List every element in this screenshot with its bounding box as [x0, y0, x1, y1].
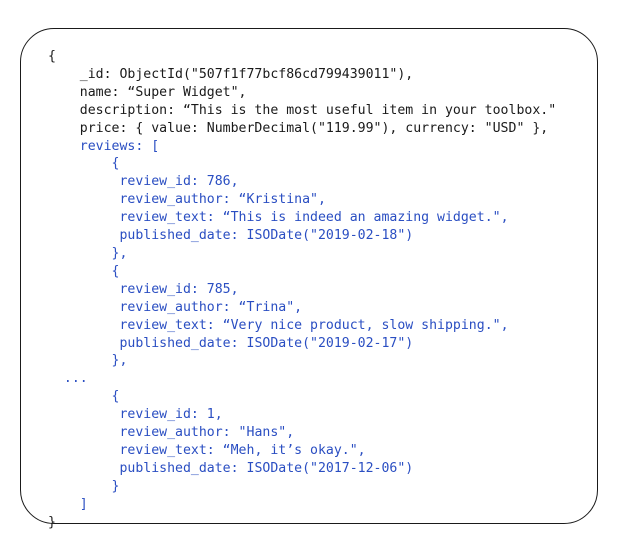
code-line-text: published_date: ISODate("2017-12-06") [119, 460, 414, 476]
code-line-text: review_author: “Kristina", [119, 192, 326, 208]
code-line-indent [48, 318, 119, 333]
code-line-text: } [48, 514, 56, 530]
code-line-indent [48, 156, 112, 171]
code-line-indent [48, 174, 119, 189]
code-line-text: ] [79, 496, 88, 512]
code-line-11: published_date: ISODate("2019-02-18") [48, 227, 556, 245]
code-line-indent [48, 264, 112, 279]
code-line-indent [48, 497, 80, 512]
code-line-indent [48, 139, 80, 154]
code-line-indent [48, 425, 119, 440]
code-line-text: review_text: “Very nice product, slow sh… [119, 317, 509, 333]
code-line-text: { [111, 156, 120, 172]
code-line-text: review_id: 785, [119, 281, 239, 297]
code-line-indent [48, 67, 80, 82]
code-line-24: published_date: ISODate("2017-12-06") [48, 460, 556, 478]
code-line-indent [48, 461, 119, 476]
code-line-indent [48, 103, 80, 118]
code-line-indent [48, 336, 119, 351]
code-line-19: ... [48, 370, 556, 388]
code-line-text: name: “Super Widget", [79, 84, 247, 100]
code-line-indent [48, 192, 119, 207]
code-line-indent [48, 246, 112, 261]
code-line-3: name: “Super Widget", [48, 84, 556, 102]
code-line-10: review_text: “This is indeed an amazing … [48, 209, 556, 227]
code-line-indent [48, 282, 119, 297]
code-line-text: ... [63, 371, 88, 387]
json-document-code: { _id: ObjectId("507f1f77bcf86cd79943901… [48, 48, 556, 531]
code-line-15: review_author: “Trina", [48, 299, 556, 317]
code-line-text: }, [111, 245, 128, 261]
code-line-indent [48, 300, 119, 315]
code-line-text: _id: ObjectId("507f1f77bcf86cd799439011"… [79, 66, 414, 82]
code-line-text: review_id: 1, [119, 407, 223, 423]
code-line-text: published_date: ISODate("2019-02-18") [119, 228, 414, 244]
code-line-indent [48, 85, 80, 100]
code-line-23: review_text: “Meh, it’s okay.", [48, 442, 556, 460]
code-line-18: }, [48, 352, 556, 370]
code-line-17: published_date: ISODate("2019-02-17") [48, 335, 556, 353]
code-line-9: review_author: “Kristina", [48, 191, 556, 209]
code-line-2: _id: ObjectId("507f1f77bcf86cd799439011"… [48, 66, 556, 84]
code-line-16: review_text: “Very nice product, slow sh… [48, 317, 556, 335]
code-line-text: review_text: “Meh, it’s okay.", [119, 442, 366, 458]
code-line-8: review_id: 786, [48, 173, 556, 191]
code-line-indent [48, 353, 112, 368]
code-line-indent [48, 407, 119, 422]
code-line-indent [48, 228, 119, 243]
code-line-indent [48, 371, 64, 386]
code-line-text: { [111, 389, 120, 405]
code-line-indent [48, 121, 80, 136]
code-line-text: price: { value: NumberDecimal("119.99"),… [79, 120, 549, 136]
code-line-6: reviews: [ [48, 138, 556, 156]
code-line-text: published_date: ISODate("2019-02-17") [119, 335, 414, 351]
code-line-20: { [48, 388, 556, 406]
code-line-indent [48, 443, 119, 458]
code-line-text: }, [111, 353, 128, 369]
code-line-27: } [48, 514, 556, 532]
code-line-text: review_author: "Hans", [119, 425, 295, 441]
code-line-text: { [111, 263, 120, 279]
code-line-7: { [48, 155, 556, 173]
code-line-21: review_id: 1, [48, 406, 556, 424]
code-line-13: { [48, 263, 556, 281]
code-line-1: { [48, 48, 556, 66]
code-line-indent [48, 479, 112, 494]
code-line-indent [48, 389, 112, 404]
code-line-indent [48, 210, 119, 225]
code-line-text: review_id: 786, [119, 174, 239, 190]
code-line-text: review_author: “Trina", [119, 299, 303, 315]
code-line-14: review_id: 785, [48, 281, 556, 299]
code-line-25: } [48, 478, 556, 496]
code-line-4: description: “This is the most useful it… [48, 102, 556, 120]
code-line-22: review_author: "Hans", [48, 424, 556, 442]
code-line-26: ] [48, 496, 556, 514]
code-line-12: }, [48, 245, 556, 263]
code-line-text: reviews: [ [79, 138, 160, 154]
code-line-text: description: “This is the most useful it… [79, 102, 557, 118]
code-line-text: review_text: “This is indeed an amazing … [119, 210, 509, 226]
code-line-text: { [48, 49, 56, 64]
code-line-text: } [111, 478, 120, 494]
code-line-5: price: { value: NumberDecimal("119.99"),… [48, 120, 556, 138]
